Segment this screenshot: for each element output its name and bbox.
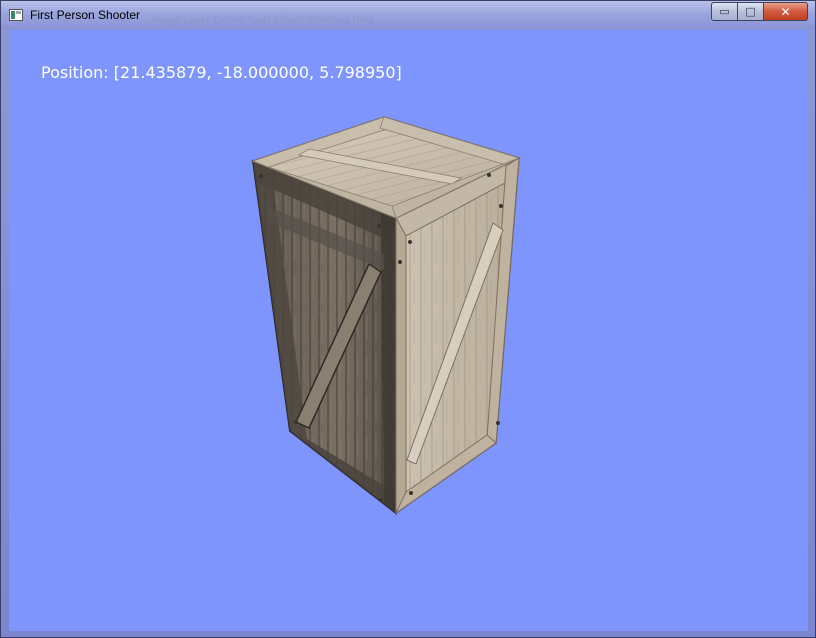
close-icon: ✕ — [780, 4, 791, 19]
window-title: First Person Shooter — [30, 8, 141, 22]
close-button[interactable]: ✕ — [764, 2, 808, 21]
crate-right-face — [394, 156, 520, 515]
crate-scene — [250, 116, 522, 516]
title-bar[interactable]: First Person Shooter Image Layer Colors … — [1, 1, 815, 30]
minimize-button[interactable]: ▭ — [711, 2, 738, 21]
minimize-icon: ▭ — [719, 5, 730, 18]
app-icon — [9, 9, 23, 21]
game-viewport[interactable]: Position: [21.435879, -18.000000, 5.7989… — [9, 30, 808, 631]
position-readout: Position: [21.435879, -18.000000, 5.7989… — [41, 63, 402, 82]
crate-left-face — [251, 159, 397, 516]
window-controls: ▭ □ ✕ — [711, 2, 808, 21]
maximize-icon: □ — [745, 5, 756, 18]
maximize-button[interactable]: □ — [738, 2, 764, 21]
app-window: First Person Shooter Image Layer Colors … — [0, 0, 816, 638]
background-menu-ghost: Image Layer Colors Tools Filters Windows… — [151, 15, 375, 26]
